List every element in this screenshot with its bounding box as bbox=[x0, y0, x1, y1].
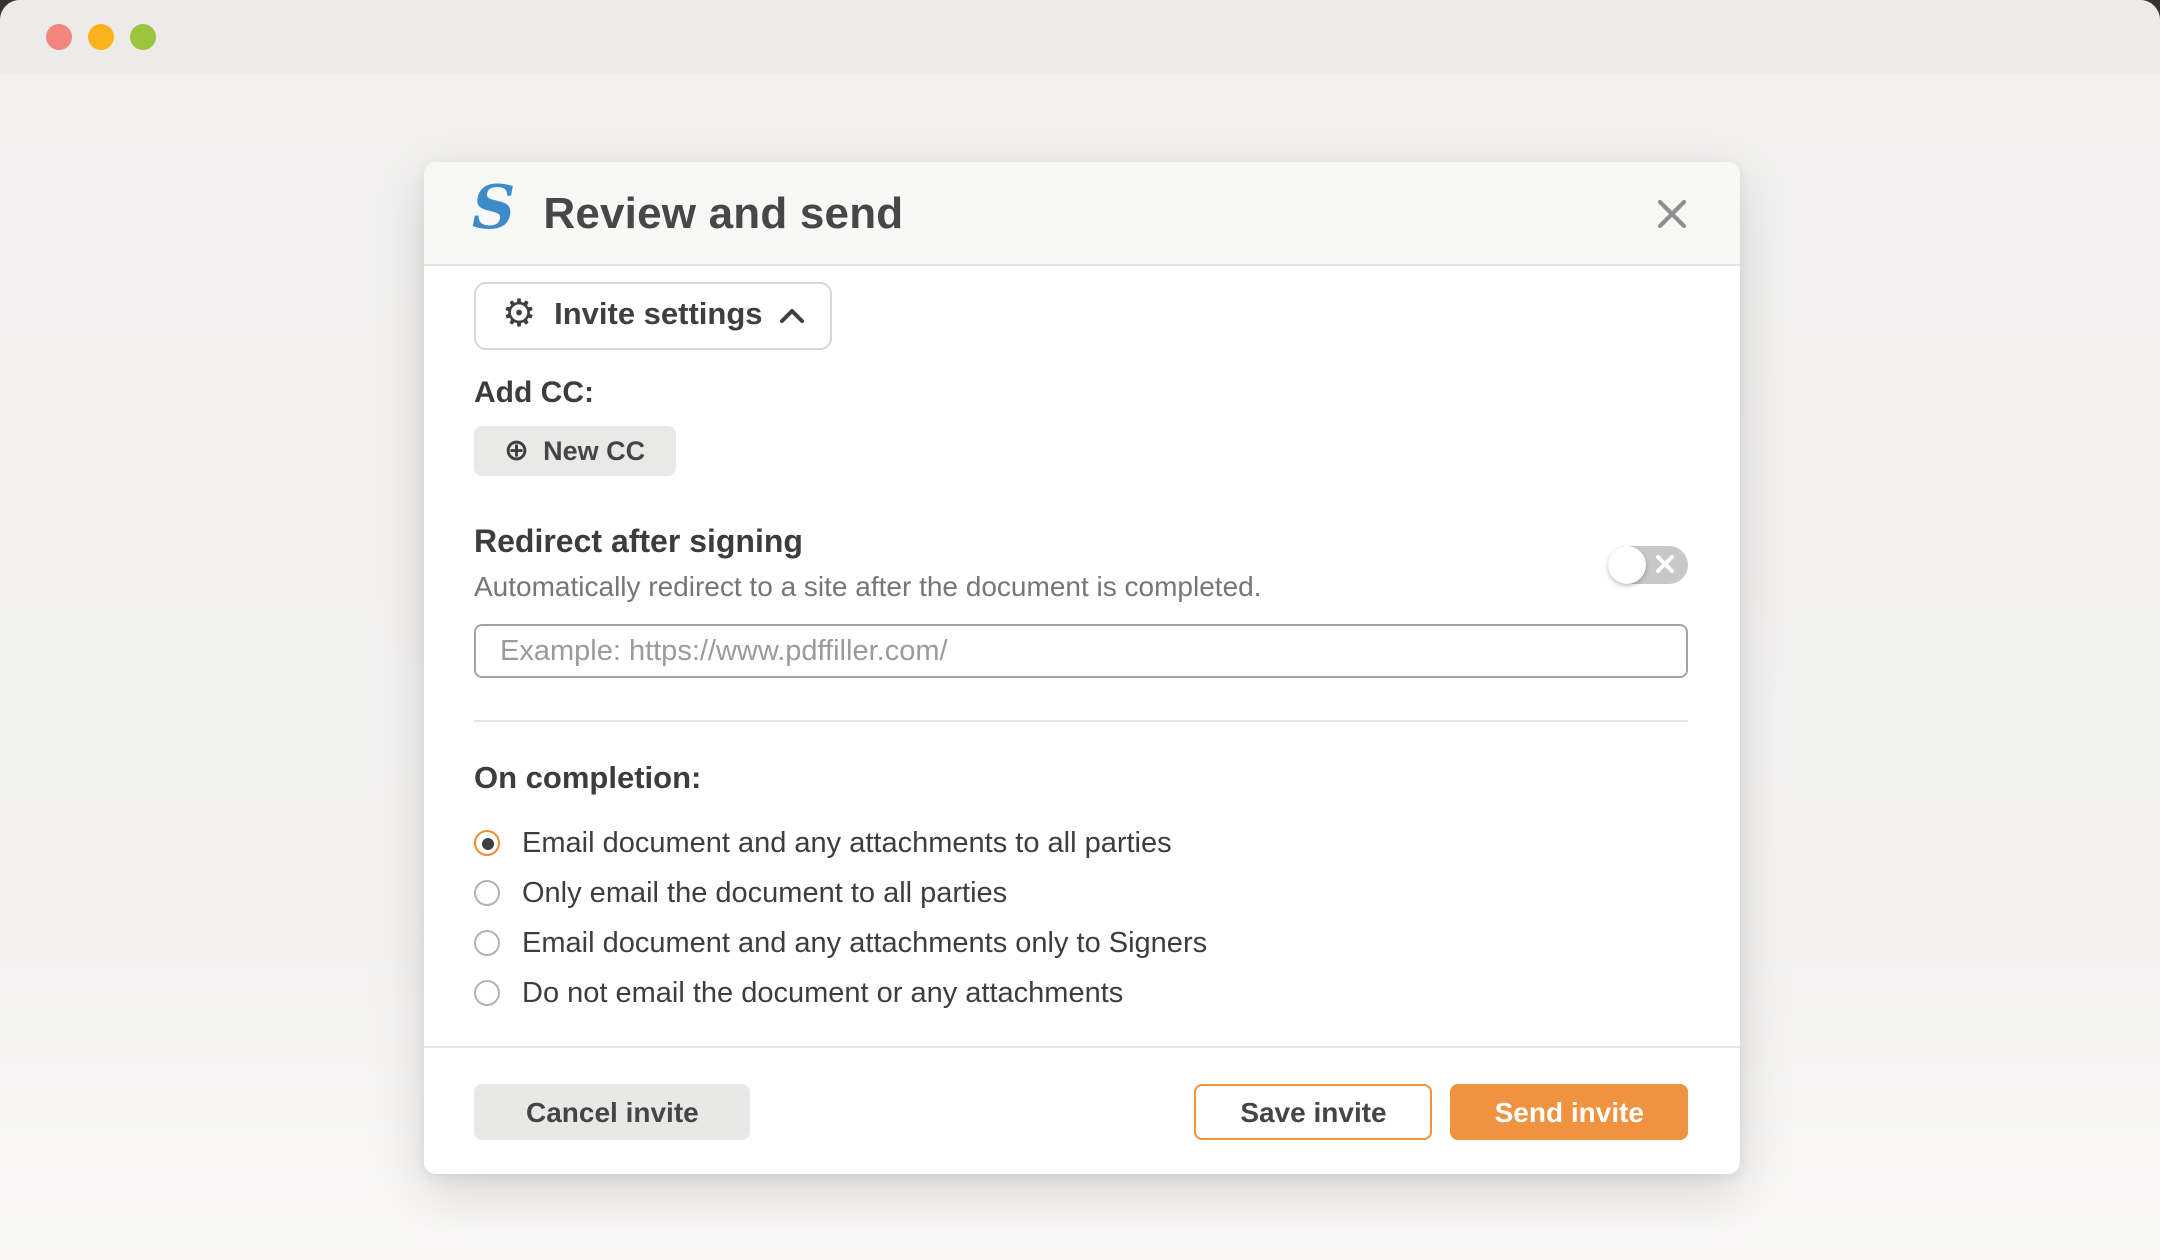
add-cc-label: Add CC: bbox=[474, 376, 1688, 410]
gear-icon: ⚙ bbox=[502, 295, 536, 333]
traffic-light-minimize-icon[interactable] bbox=[88, 24, 114, 50]
section-divider bbox=[474, 720, 1688, 722]
radio-option-email-all[interactable]: Email document and any attachments to al… bbox=[474, 818, 1688, 868]
invite-settings-label: Invite settings bbox=[554, 298, 762, 334]
dialog-body: ⚙ Invite settings Add CC: ⊕ New CC Redi bbox=[424, 266, 1740, 1018]
app-window: S Review and send ⚙ Invite settings bbox=[0, 0, 2160, 1260]
redirect-text-block: Redirect after signing Automatically red… bbox=[474, 526, 1262, 602]
dialog-header: S Review and send bbox=[424, 162, 1740, 266]
radio-unselected-icon[interactable] bbox=[474, 980, 500, 1006]
new-cc-label: New CC bbox=[543, 436, 645, 466]
completion-options-list: Email document and any attachments to al… bbox=[474, 818, 1688, 1018]
cancel-invite-button[interactable]: Cancel invite bbox=[474, 1083, 751, 1139]
radio-option-do-not-email[interactable]: Do not email the document or any attachm… bbox=[474, 968, 1688, 1018]
new-cc-button[interactable]: ⊕ New CC bbox=[474, 426, 675, 476]
window-titlebar bbox=[0, 0, 2160, 74]
redirect-toggle[interactable] bbox=[1608, 545, 1688, 583]
dialog-footer: Cancel invite Save invite Send invite bbox=[424, 1046, 1740, 1174]
on-completion-label: On completion: bbox=[474, 762, 1688, 798]
radio-unselected-icon[interactable] bbox=[474, 880, 500, 906]
close-button[interactable] bbox=[1648, 189, 1696, 237]
toggle-off-x-icon bbox=[1656, 555, 1674, 573]
dialog-title: Review and send bbox=[543, 187, 903, 239]
signnow-logo-icon: S bbox=[472, 179, 515, 239]
review-and-send-dialog: S Review and send ⚙ Invite settings bbox=[424, 162, 1740, 1174]
invite-settings-button[interactable]: ⚙ Invite settings bbox=[474, 282, 833, 350]
radio-selected-icon[interactable] bbox=[474, 830, 500, 856]
radio-unselected-icon[interactable] bbox=[474, 930, 500, 956]
chevron-up-icon bbox=[781, 308, 805, 324]
radio-option-label: Only email the document to all parties bbox=[522, 877, 1007, 909]
redirect-after-signing-section: Redirect after signing Automatically red… bbox=[474, 526, 1688, 602]
close-icon bbox=[1658, 199, 1686, 227]
screen: S Review and send ⚙ Invite settings bbox=[0, 0, 2160, 1260]
radio-option-label: Email document and any attachments to al… bbox=[522, 827, 1172, 859]
redirect-title: Redirect after signing bbox=[474, 526, 1262, 562]
plus-circle-icon: ⊕ bbox=[504, 436, 529, 466]
redirect-description: Automatically redirect to a site after t… bbox=[474, 570, 1262, 602]
send-invite-button[interactable]: Send invite bbox=[1451, 1083, 1688, 1139]
radio-option-label: Email document and any attachments only … bbox=[522, 927, 1207, 959]
radio-option-signers-only[interactable]: Email document and any attachments only … bbox=[474, 918, 1688, 968]
traffic-light-zoom-icon[interactable] bbox=[130, 24, 156, 50]
traffic-light-close-icon[interactable] bbox=[46, 24, 72, 50]
redirect-url-input[interactable] bbox=[474, 624, 1688, 678]
radio-option-label: Do not email the document or any attachm… bbox=[522, 977, 1123, 1009]
save-invite-button[interactable]: Save invite bbox=[1194, 1083, 1432, 1139]
toggle-knob[interactable] bbox=[1608, 545, 1646, 583]
radio-option-only-document[interactable]: Only email the document to all parties bbox=[474, 868, 1688, 918]
